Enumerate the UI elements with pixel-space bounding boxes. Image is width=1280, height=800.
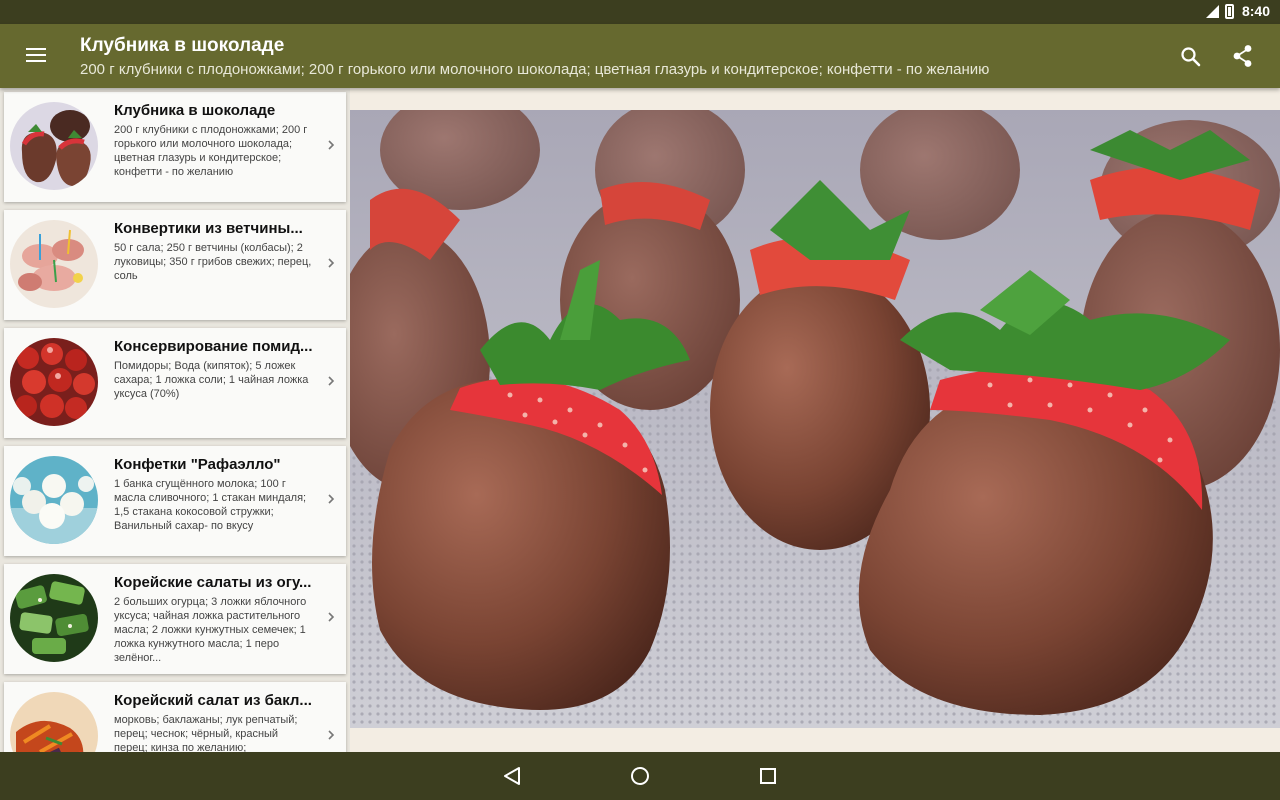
chevron-right-icon [328, 494, 335, 504]
navigation-bar [0, 752, 1280, 800]
eggplant-salad-thumbnail-image [10, 692, 98, 752]
recipe-description: 1 банка сгущённого молока; 100 г масла с… [114, 478, 307, 532]
strawberry-thumbnail-image [10, 102, 98, 190]
battery-icon [1224, 3, 1234, 19]
recipe-thumbnail [10, 692, 98, 752]
back-button[interactable] [498, 762, 526, 790]
chocolate-strawberries-image [350, 110, 1280, 728]
status-clock: 8:40 [1241, 3, 1270, 19]
recipe-list[interactable]: Клубника в шоколаде 200 г клубники с пло… [0, 88, 350, 752]
recipe-description: Помидоры; Вода (кипяток); 5 ложек сахара… [114, 360, 309, 400]
app-toolbar: Клубника в шоколаде 200 г клубники с пло… [0, 24, 1280, 88]
recipe-detail-pane [350, 88, 1280, 752]
recipe-title: Корейские салаты из огу... [114, 574, 312, 591]
recents-icon [760, 768, 776, 784]
recipe-description: 50 г сала; 250 г ветчины (колбасы); 2 лу… [114, 242, 312, 282]
page-subtitle: 200 г клубники с плодоножками; 200 г гор… [80, 61, 990, 78]
status-icons: 8:40 [1205, 3, 1270, 19]
recipe-card[interactable]: Корейские салаты из огу... 2 больших огу… [4, 564, 346, 674]
recipe-description: 200 г клубники с плодоножками; 200 г гор… [114, 124, 308, 178]
chevron-right-icon [328, 612, 335, 622]
recipe-title: Конвертики из ветчины... [114, 220, 303, 237]
recipe-description: 2 больших огурца; 3 ложки яблочного уксу… [114, 596, 307, 664]
cucumber-salad-thumbnail-image [10, 574, 98, 662]
recipe-title: Корейский салат из бакл... [114, 692, 312, 709]
chevron-right-icon [328, 730, 335, 740]
recipe-photo [350, 110, 1280, 728]
recipe-card[interactable]: Конфетки "Рафаэлло" 1 банка сгущённого м… [4, 446, 346, 556]
share-button[interactable] [1228, 42, 1258, 72]
chevron-right-icon [328, 376, 335, 386]
recipe-description: морковь; баклажаны; лук репчатый; перец;… [114, 714, 298, 752]
recipe-card[interactable]: Консервирование помид... Помидоры; Вода … [4, 328, 346, 438]
chevron-right-icon [328, 140, 335, 150]
chevron-right-icon [328, 258, 335, 268]
share-icon [1233, 45, 1252, 67]
recipe-card[interactable]: Корейский салат из бакл... морковь; бакл… [4, 682, 346, 752]
recents-button[interactable] [754, 762, 782, 790]
back-icon [504, 767, 520, 785]
ham-rolls-thumbnail-image [10, 220, 98, 308]
menu-button[interactable] [14, 42, 58, 70]
recipe-thumbnail [10, 574, 98, 662]
recipe-title: Конфетки "Рафаэлло" [114, 456, 281, 473]
search-button[interactable] [1176, 42, 1206, 72]
raffaello-thumbnail-image [10, 456, 98, 544]
status-bar: 8:40 [0, 0, 1280, 24]
recipe-title: Клубника в шоколаде [114, 102, 276, 119]
recipe-thumbnail [10, 220, 98, 308]
recipe-thumbnail [10, 456, 98, 544]
search-icon [1181, 47, 1201, 67]
recipe-thumbnail [10, 338, 98, 426]
home-button[interactable] [626, 762, 654, 790]
recipe-card[interactable]: Конвертики из ветчины... 50 г сала; 250 … [4, 210, 346, 320]
signal-icon [1205, 4, 1219, 18]
page-title: Клубника в шоколаде [80, 35, 285, 56]
canned-tomatoes-thumbnail-image [10, 338, 98, 426]
home-icon [631, 767, 649, 785]
recipe-title: Консервирование помид... [114, 338, 313, 355]
recipe-thumbnail [10, 102, 98, 190]
recipe-card[interactable]: Клубника в шоколаде 200 г клубники с пло… [4, 92, 346, 202]
